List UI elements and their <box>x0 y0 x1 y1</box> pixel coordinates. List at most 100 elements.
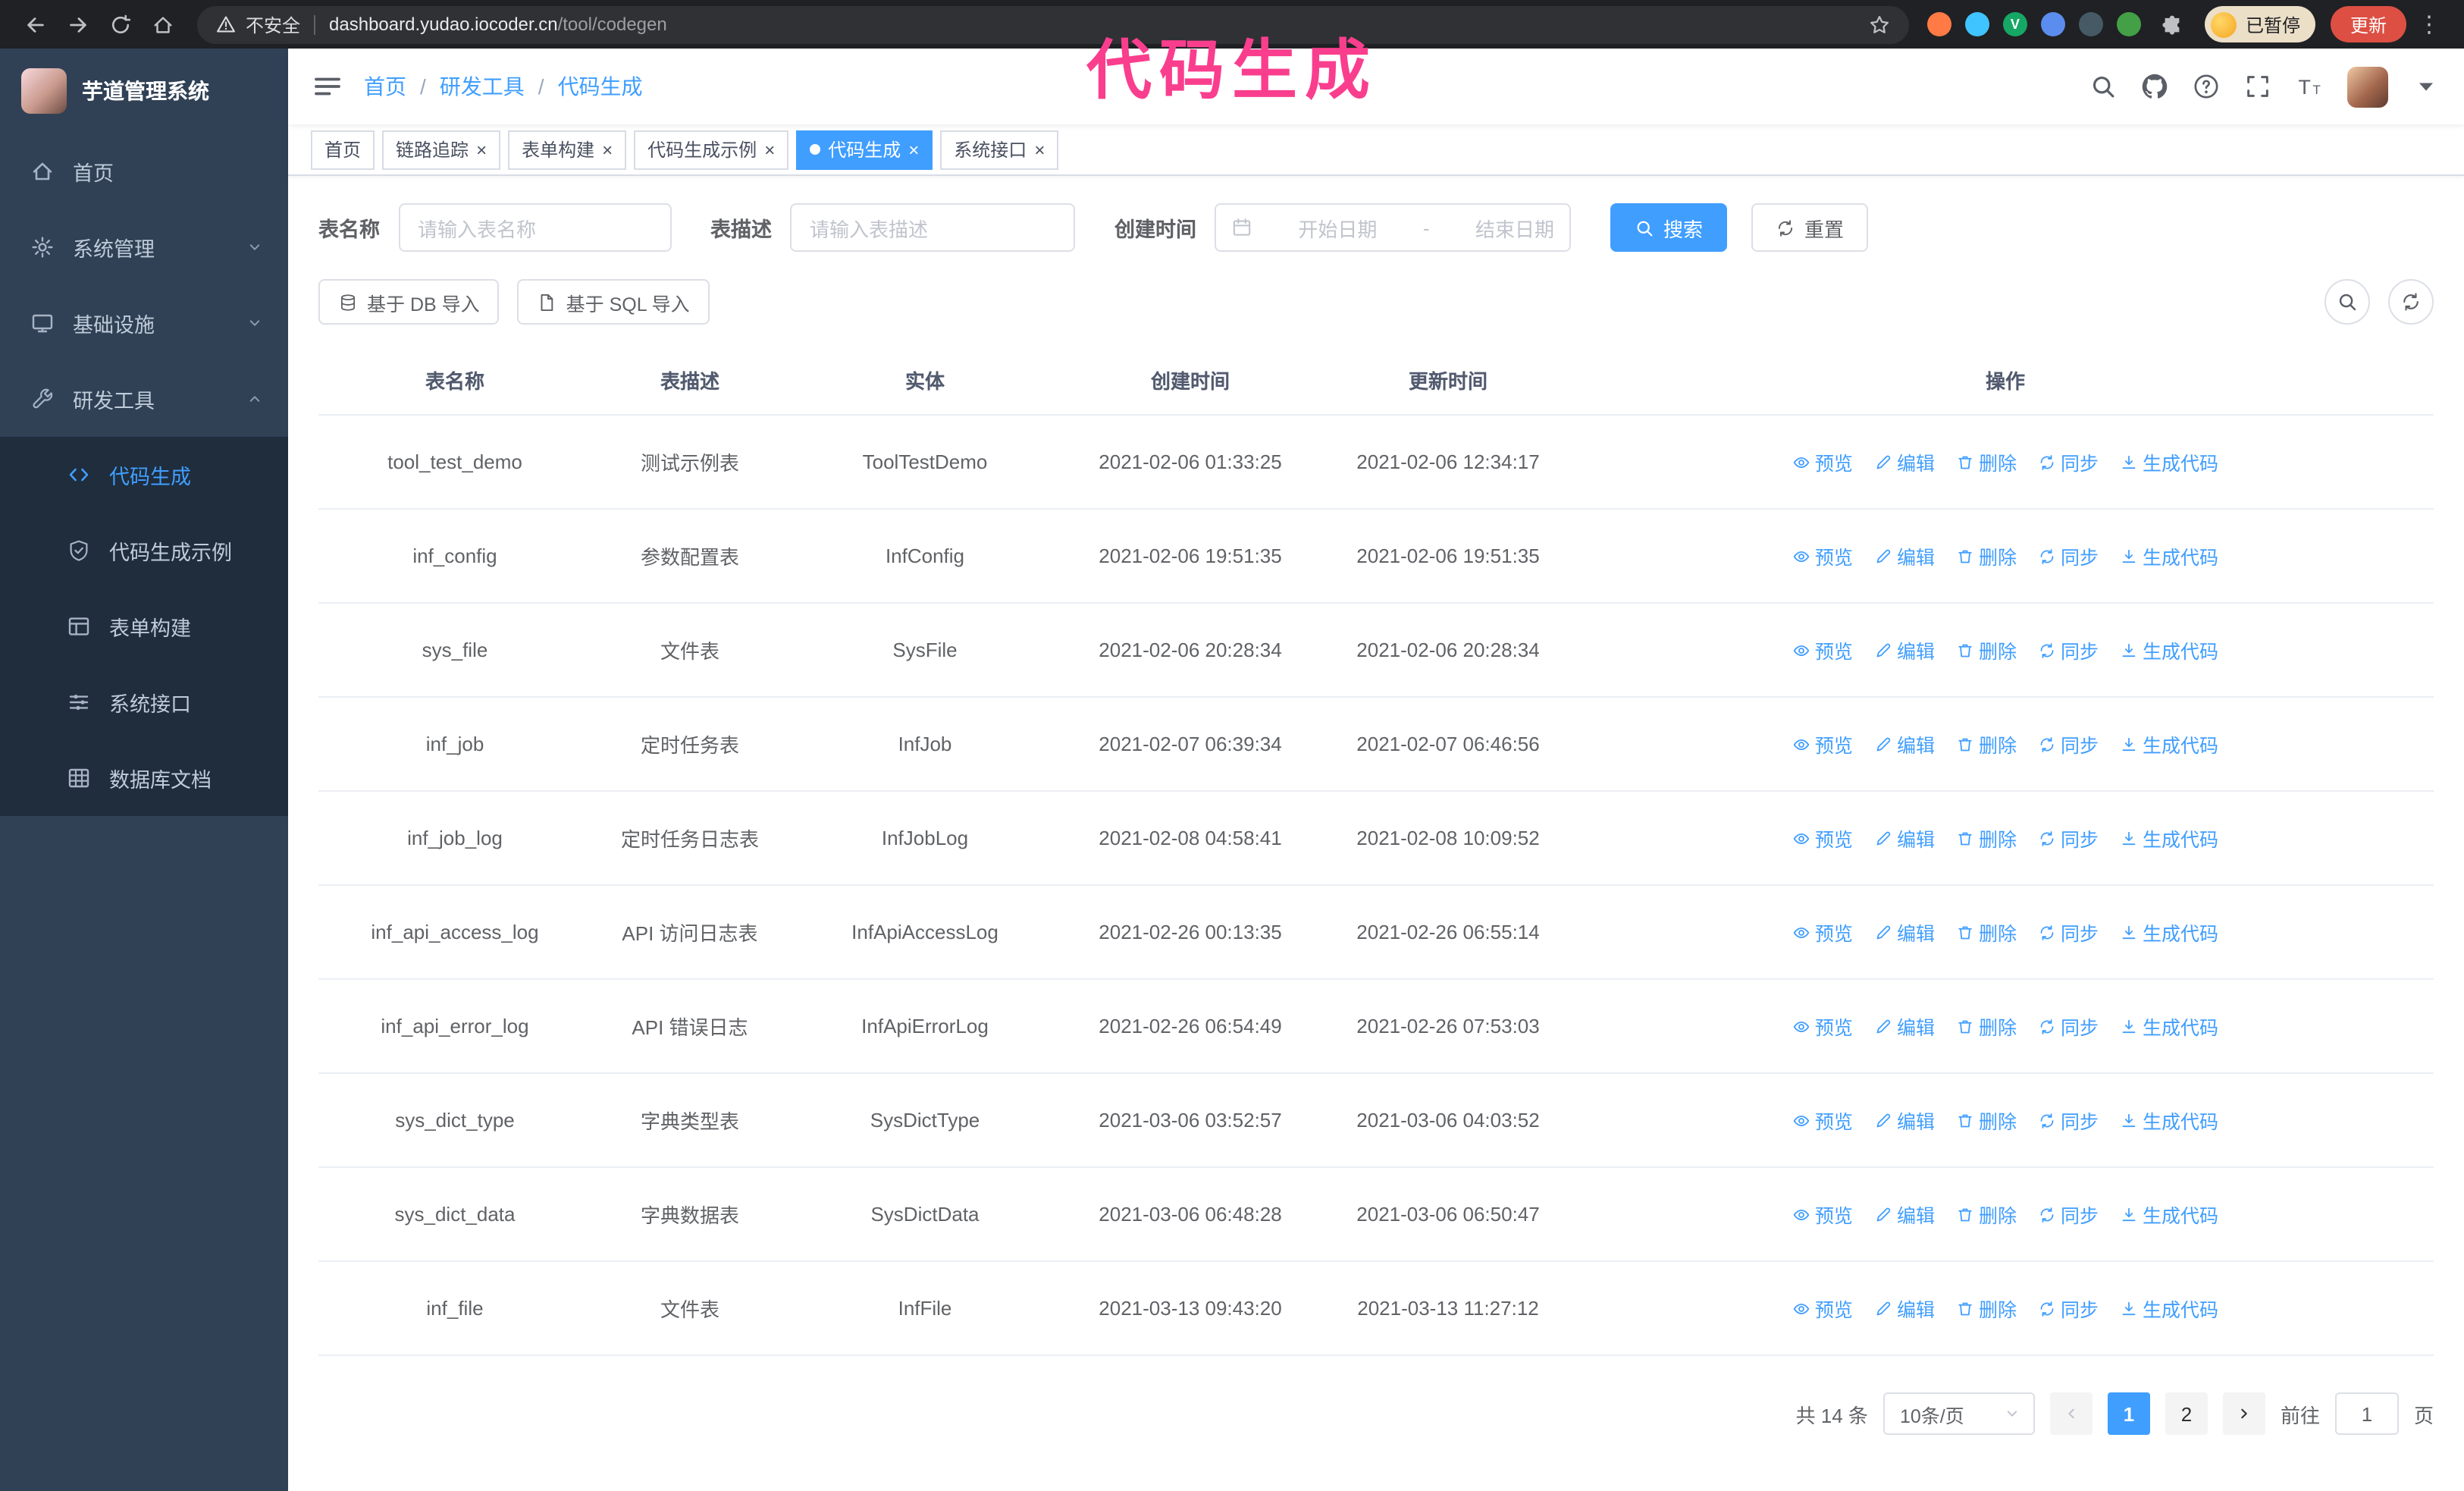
search-icon[interactable] <box>2089 73 2117 100</box>
delete-link[interactable]: 删除 <box>1956 1200 2017 1229</box>
preview-link[interactable]: 预览 <box>1792 730 1853 758</box>
sync-link[interactable]: 同步 <box>2038 1106 2099 1135</box>
browser-reload-icon[interactable] <box>100 5 140 44</box>
edit-link[interactable]: 编辑 <box>1874 1106 1935 1135</box>
goto-page-input[interactable]: 1 <box>2334 1392 2399 1435</box>
table-desc-input[interactable]: 请输入表描述 <box>790 203 1075 252</box>
extension-icon-5[interactable] <box>2078 12 2103 36</box>
extension-icon-1[interactable] <box>1926 12 1951 36</box>
import-db-button[interactable]: 基于 DB 导入 <box>318 279 500 325</box>
update-button[interactable]: 更新 <box>2330 6 2406 42</box>
sidebar-item-home[interactable]: 首页 <box>0 133 288 209</box>
sidebar-subitem-system-api[interactable]: 系统接口 <box>0 664 288 740</box>
edit-link[interactable]: 编辑 <box>1874 824 1935 852</box>
breadcrumb-item-2[interactable]: 研发工具 <box>440 71 525 102</box>
tab-form-builder[interactable]: 表单构建 × <box>508 130 627 169</box>
edit-link[interactable]: 编辑 <box>1874 1294 1935 1323</box>
delete-link[interactable]: 删除 <box>1956 730 2017 758</box>
security-chip[interactable]: 不安全 <box>215 11 300 37</box>
refresh-table-button[interactable] <box>2388 279 2434 325</box>
tab-codegen[interactable]: 代码生成 × <box>796 130 933 169</box>
generate-link[interactable]: 生成代码 <box>2120 1294 2218 1323</box>
preview-link[interactable]: 预览 <box>1792 541 1853 570</box>
preview-link[interactable]: 预览 <box>1792 447 1853 476</box>
sidebar-subitem-codegen-example[interactable]: 代码生成示例 <box>0 513 288 589</box>
page-button-1[interactable]: 1 <box>2107 1392 2150 1435</box>
sidebar-item-system[interactable]: 系统管理 <box>0 209 288 285</box>
generate-link[interactable]: 生成代码 <box>2120 918 2218 946</box>
preview-link[interactable]: 预览 <box>1792 918 1853 946</box>
toggle-search-button[interactable] <box>2324 279 2370 325</box>
preview-link[interactable]: 预览 <box>1792 1200 1853 1229</box>
tab-close-icon[interactable]: × <box>764 140 775 159</box>
search-button[interactable]: 搜索 <box>1610 203 1728 252</box>
generate-link[interactable]: 生成代码 <box>2120 447 2218 476</box>
generate-link[interactable]: 生成代码 <box>2120 541 2218 570</box>
edit-link[interactable]: 编辑 <box>1874 636 1935 664</box>
delete-link[interactable]: 删除 <box>1956 824 2017 852</box>
preview-link[interactable]: 预览 <box>1792 636 1853 664</box>
tab-close-icon[interactable]: × <box>1034 140 1045 159</box>
table-name-input[interactable]: 请输入表名称 <box>398 203 671 252</box>
sidebar-subitem-codegen[interactable]: 代码生成 <box>0 437 288 513</box>
sync-link[interactable]: 同步 <box>2038 730 2099 758</box>
sync-link[interactable]: 同步 <box>2038 636 2099 664</box>
generate-link[interactable]: 生成代码 <box>2120 636 2218 664</box>
delete-link[interactable]: 删除 <box>1956 636 2017 664</box>
delete-link[interactable]: 删除 <box>1956 1294 2017 1323</box>
tab-codegen-example[interactable]: 代码生成示例 × <box>634 130 789 169</box>
generate-link[interactable]: 生成代码 <box>2120 1200 2218 1229</box>
edit-link[interactable]: 编辑 <box>1874 918 1935 946</box>
extensions-puzzle-icon[interactable] <box>2153 5 2193 44</box>
sidebar-item-devtools[interactable]: 研发工具 <box>0 361 288 437</box>
github-icon[interactable] <box>2141 73 2168 100</box>
font-size-icon[interactable]: TT <box>2296 73 2323 100</box>
extension-icon-2[interactable] <box>1964 12 1989 36</box>
sidebar-item-infra[interactable]: 基础设施 <box>0 285 288 361</box>
edit-link[interactable]: 编辑 <box>1874 447 1935 476</box>
delete-link[interactable]: 删除 <box>1956 1106 2017 1135</box>
sync-link[interactable]: 同步 <box>2038 1294 2099 1323</box>
fullscreen-icon[interactable] <box>2244 73 2271 100</box>
user-avatar[interactable] <box>2347 66 2388 107</box>
import-sql-button[interactable]: 基于 SQL 导入 <box>517 279 710 325</box>
kebab-menu-icon[interactable]: ⋮ <box>2409 5 2449 44</box>
generate-link[interactable]: 生成代码 <box>2120 730 2218 758</box>
help-icon[interactable] <box>2193 73 2220 100</box>
sync-link[interactable]: 同步 <box>2038 918 2099 946</box>
edit-link[interactable]: 编辑 <box>1874 541 1935 570</box>
reset-button[interactable]: 重置 <box>1751 203 1869 252</box>
browser-back-icon[interactable] <box>15 5 55 44</box>
bookmark-star-icon[interactable] <box>1868 13 1891 36</box>
browser-home-icon[interactable] <box>143 5 182 44</box>
page-button-2[interactable]: 2 <box>2165 1392 2208 1435</box>
sync-link[interactable]: 同步 <box>2038 447 2099 476</box>
browser-forward-icon[interactable] <box>58 5 97 44</box>
sync-link[interactable]: 同步 <box>2038 1200 2099 1229</box>
generate-link[interactable]: 生成代码 <box>2120 1012 2218 1041</box>
sync-link[interactable]: 同步 <box>2038 824 2099 852</box>
delete-link[interactable]: 删除 <box>1956 918 2017 946</box>
extension-icon-3[interactable]: V <box>2002 12 2027 36</box>
sync-link[interactable]: 同步 <box>2038 541 2099 570</box>
tab-close-icon[interactable]: × <box>602 140 613 159</box>
address-bar[interactable]: 不安全 dashboard.yudao.iocoder.cn/tool/code… <box>197 5 1909 43</box>
tab-home[interactable]: 首页 <box>311 130 375 169</box>
profile-chip[interactable]: 已暂停 <box>2204 6 2315 42</box>
sidebar-subitem-db-doc[interactable]: 数据库文档 <box>0 740 288 816</box>
generate-link[interactable]: 生成代码 <box>2120 824 2218 852</box>
sync-link[interactable]: 同步 <box>2038 1012 2099 1041</box>
preview-link[interactable]: 预览 <box>1792 824 1853 852</box>
delete-link[interactable]: 删除 <box>1956 541 2017 570</box>
next-page-button[interactable] <box>2222 1392 2265 1435</box>
preview-link[interactable]: 预览 <box>1792 1106 1853 1135</box>
hamburger-icon[interactable] <box>312 71 343 102</box>
page-size-select[interactable]: 10条/页 <box>1882 1392 2035 1435</box>
edit-link[interactable]: 编辑 <box>1874 1200 1935 1229</box>
tab-system-api[interactable]: 系统接口 × <box>940 130 1059 169</box>
tab-close-icon[interactable]: × <box>476 140 487 159</box>
delete-link[interactable]: 删除 <box>1956 447 2017 476</box>
tab-tracer[interactable]: 链路追踪 × <box>382 130 501 169</box>
generate-link[interactable]: 生成代码 <box>2120 1106 2218 1135</box>
tab-close-icon[interactable]: × <box>908 140 919 159</box>
